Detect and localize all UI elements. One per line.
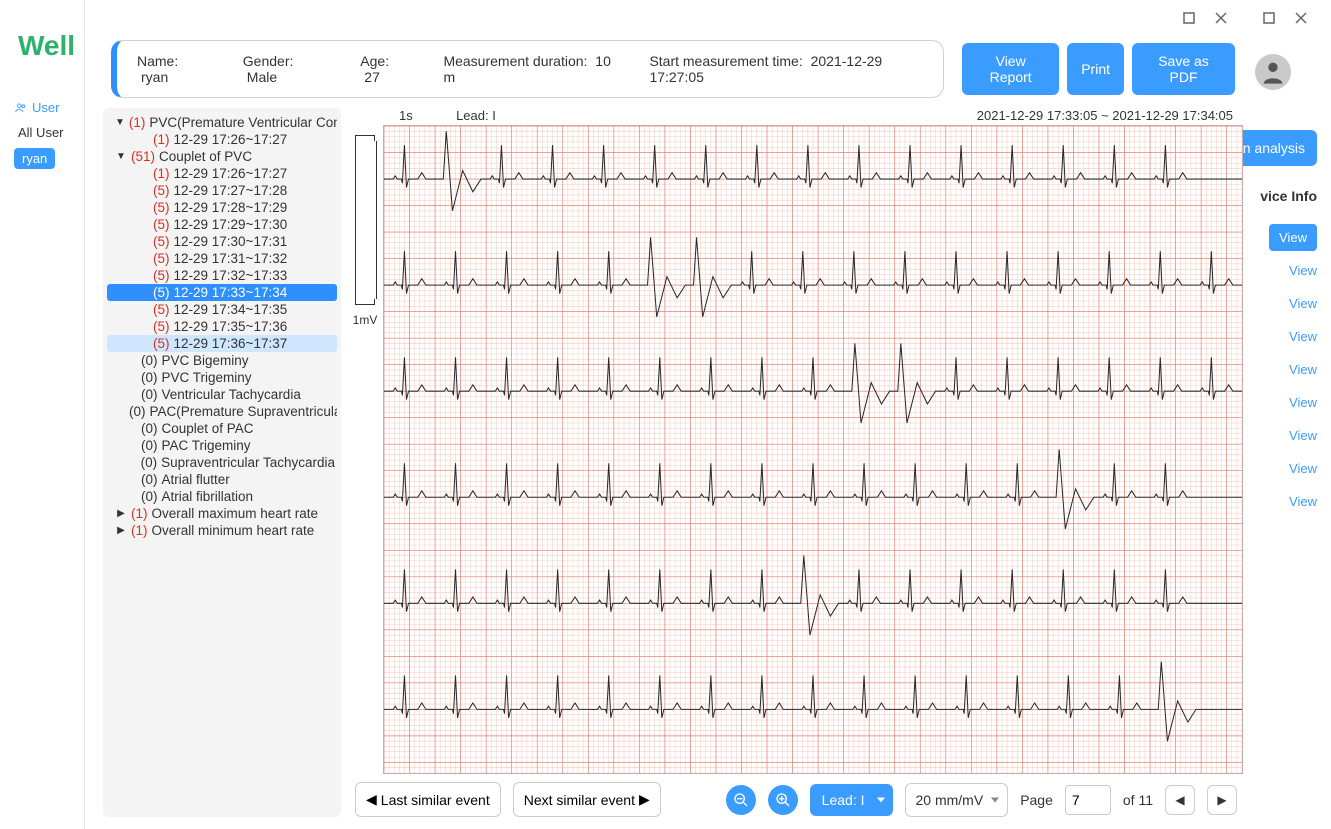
amplitude-label: 1mV [353, 313, 378, 327]
view-link[interactable]: View [1253, 395, 1317, 410]
header-buttons: View Report Print Save as PDF [962, 43, 1235, 95]
tree-leaf[interactable]: (5) 12-29 17:28~17:29 [107, 199, 337, 216]
ecg-waveform-area[interactable] [383, 125, 1243, 774]
page-input[interactable] [1065, 785, 1111, 815]
device-info-header-fragment: vice Info [1253, 188, 1317, 204]
tree-leaf[interactable]: (5) 12-29 17:36~17:37 [107, 335, 337, 352]
tree-node-zero[interactable]: (0) PAC Trigeminy [107, 437, 337, 454]
last-similar-event-button[interactable]: ◀Last similar event [355, 782, 501, 817]
time-scale-label: 1s [399, 108, 413, 123]
print-button[interactable]: Print [1067, 43, 1124, 95]
tree-node-couplet-pvc[interactable]: ▼(51) Couplet of PVC [107, 148, 337, 165]
tree-leaf[interactable]: (5) 12-29 17:32~17:33 [107, 267, 337, 284]
tree-leaf[interactable]: (1) 12-29 17:26~17:27 [107, 131, 337, 148]
inner-minimize-button[interactable] [1177, 6, 1201, 30]
ecg-grid-wrap: 1mV [349, 125, 1243, 774]
page-next-button[interactable]: ▶ [1207, 785, 1237, 815]
patient-age-field: Age: 27 [360, 53, 409, 85]
zoom-in-button[interactable] [768, 785, 798, 815]
outer-minimize-button[interactable] [1257, 6, 1281, 30]
tree-leaf[interactable]: (5) 12-29 17:27~17:28 [107, 182, 337, 199]
patient-duration-field: Measurement duration: 10 m [443, 53, 615, 85]
view-report-button[interactable]: View Report [962, 43, 1059, 95]
tree-leaf[interactable]: (5) 12-29 17:29~17:30 [107, 216, 337, 233]
user-panel-header: User [14, 100, 84, 115]
main-card: Name: ryan Gender: Male Age: 27 Measurem… [103, 40, 1243, 819]
user-icon [1259, 58, 1287, 86]
tree-node-zero[interactable]: (0) PAC(Premature Supraventricular ... [107, 403, 337, 420]
user-header-label: User [32, 100, 59, 115]
next-similar-event-button[interactable]: Next similar event▶ [513, 782, 661, 817]
analysis-button-fragment[interactable]: n analysis [1231, 130, 1317, 166]
view-link[interactable]: View [1253, 329, 1317, 344]
lead-select[interactable]: Lead: I [810, 784, 893, 816]
patient-start-field: Start measurement time: 2021-12-29 17:27… [649, 53, 923, 85]
event-tree[interactable]: ▼(1) PVC(Premature Ventricular Contr...(… [103, 108, 341, 817]
tree-leaf[interactable]: (5) 12-29 17:34~17:35 [107, 301, 337, 318]
ecg-footer-controls: ◀Last similar event Next similar event▶ … [349, 774, 1243, 817]
gain-select[interactable]: 20 mm/mV [905, 783, 1009, 817]
view-link[interactable]: View [1253, 428, 1317, 443]
user-panel: User All User ryan [14, 100, 84, 169]
inner-close-button[interactable] [1209, 6, 1233, 30]
patient-header-row: Name: ryan Gender: Male Age: 27 Measurem… [103, 40, 1243, 98]
caret-right-icon: ▶ [639, 791, 650, 808]
tree-node-zero[interactable]: (0) Ventricular Tachycardia [107, 386, 337, 403]
right-panel-fragment: vice Info View View View View View View … [1253, 188, 1317, 527]
ecg-panel: 1s Lead: I 2021-12-29 17:33:05 ~ 2021-12… [349, 108, 1243, 817]
tree-leaf[interactable]: (5) 12-29 17:35~17:36 [107, 318, 337, 335]
tree-node-hrmin[interactable]: ▶(1) Overall minimum heart rate [107, 522, 337, 539]
selected-user-item[interactable]: ryan [14, 148, 55, 169]
outer-close-button[interactable] [1289, 6, 1313, 30]
page-total: of 11 [1123, 792, 1153, 808]
tree-node-zero[interactable]: (0) PVC Trigeminy [107, 369, 337, 386]
ecg-top-labels: 1s Lead: I 2021-12-29 17:33:05 ~ 2021-12… [349, 108, 1243, 125]
patient-gender-field: Gender: Male [243, 53, 327, 85]
tree-leaf[interactable]: (5) 12-29 17:31~17:32 [107, 250, 337, 267]
titlebar [1159, 0, 1331, 36]
avatar[interactable] [1255, 54, 1291, 90]
patient-name-field: Name: ryan [137, 53, 209, 85]
patient-info-box: Name: ryan Gender: Male Age: 27 Measurem… [111, 40, 944, 98]
users-icon [14, 101, 28, 115]
view-link[interactable]: View [1253, 461, 1317, 476]
vertical-separator [84, 0, 85, 829]
tree-node-zero[interactable]: (0) Supraventricular Tachycardia [107, 454, 337, 471]
tree-node-hrmax[interactable]: ▶(1) Overall maximum heart rate [107, 505, 337, 522]
view-link[interactable]: View [1253, 296, 1317, 311]
page-label: Page [1020, 792, 1053, 808]
tree-node-zero[interactable]: (0) Couplet of PAC [107, 420, 337, 437]
tree-leaf[interactable]: (1) 12-29 17:26~17:27 [107, 165, 337, 182]
lead-label: Lead: I [456, 108, 496, 123]
view-link[interactable]: View [1253, 263, 1317, 278]
tree-node-zero[interactable]: (0) Atrial fibrillation [107, 488, 337, 505]
tree-node-zero[interactable]: (0) Atrial flutter [107, 471, 337, 488]
ecg-scale-lead: 1s Lead: I [399, 108, 496, 123]
calibration-column: 1mV [349, 125, 383, 774]
view-button-primary[interactable]: View [1269, 224, 1317, 251]
brand-logo: Well [18, 30, 75, 62]
inner-window-controls [1169, 6, 1241, 30]
tree-leaf[interactable]: (5) 12-29 17:30~17:31 [107, 233, 337, 250]
zoom-out-button[interactable] [726, 785, 756, 815]
page-prev-button[interactable]: ◀ [1165, 785, 1195, 815]
save-pdf-button[interactable]: Save as PDF [1132, 43, 1235, 95]
ecg-timestamp: 2021-12-29 17:33:05 ~ 2021-12-29 17:34:0… [977, 108, 1233, 123]
main-content-row: ▼(1) PVC(Premature Ventricular Contr...(… [103, 108, 1243, 817]
view-link[interactable]: View [1253, 494, 1317, 509]
tree-leaf[interactable]: (5) 12-29 17:33~17:34 [107, 284, 337, 301]
all-user-item[interactable]: All User [14, 123, 84, 142]
view-link[interactable]: View [1253, 362, 1317, 377]
tree-node-zero[interactable]: (0) PVC Bigeminy [107, 352, 337, 369]
outer-window-controls [1249, 6, 1321, 30]
tree-node-pvc[interactable]: ▼(1) PVC(Premature Ventricular Contr... [107, 114, 337, 131]
caret-left-icon: ◀ [366, 791, 377, 808]
